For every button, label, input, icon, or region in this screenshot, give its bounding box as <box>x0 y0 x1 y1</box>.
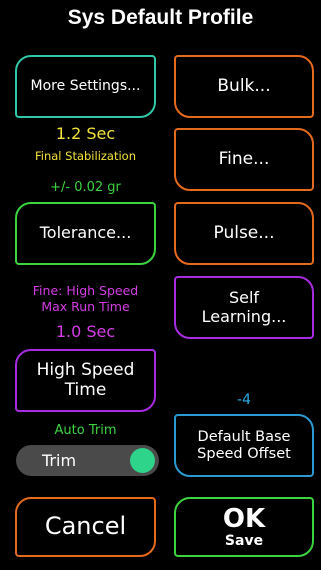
tolerance-value: +/- 0.02 gr <box>50 180 121 195</box>
pulse-button[interactable]: Pulse... <box>174 202 314 265</box>
stabilization-value: 1.2 Sec <box>55 124 116 143</box>
tolerance-label: Tolerance... <box>39 223 132 243</box>
page-title: Sys Default Profile <box>67 6 254 29</box>
default-base-label-2: Speed Offset <box>197 445 291 462</box>
self-learning-button[interactable]: Self Learning... <box>174 276 314 339</box>
fine-high-speed-label: Fine: High Speed <box>32 283 139 298</box>
more-settings-label: More Settings... <box>30 78 141 95</box>
default-base-label-1: Default Base <box>197 428 291 445</box>
fine-button[interactable]: Fine... <box>174 128 314 191</box>
speed-offset-value: -4 <box>237 392 251 408</box>
cancel-label: Cancel <box>44 512 127 541</box>
toggle-knob <box>130 448 155 473</box>
ok-save-button[interactable]: OK Save <box>174 497 314 557</box>
high-speed-value: 1.0 Sec <box>55 322 116 341</box>
ok-label: OK <box>222 504 266 534</box>
auto-trim-label: Auto Trim <box>54 423 117 438</box>
bulk-label: Bulk... <box>217 75 271 96</box>
fine-label: Fine... <box>218 148 270 169</box>
self-learning-label-1: Self <box>228 288 260 308</box>
trim-toggle[interactable]: Trim <box>16 445 159 476</box>
stabilization-label: Final Stabilization <box>34 149 136 163</box>
high-speed-time-button[interactable]: High Speed Time <box>15 349 156 412</box>
self-learning-label-2: Learning... <box>201 306 287 326</box>
pulse-label: Pulse... <box>213 222 275 243</box>
more-settings-button[interactable]: More Settings... <box>15 55 156 118</box>
high-speed-label-1: High Speed <box>36 359 135 380</box>
tolerance-button[interactable]: Tolerance... <box>15 202 156 265</box>
cancel-button[interactable]: Cancel <box>15 497 156 557</box>
max-run-time-label: Max Run Time <box>41 299 130 314</box>
save-label: Save <box>224 533 264 549</box>
high-speed-label-2: Time <box>64 379 107 400</box>
default-base-speed-offset-button[interactable]: Default Base Speed Offset <box>174 414 314 477</box>
bulk-button[interactable]: Bulk... <box>174 55 314 118</box>
trim-toggle-label: Trim <box>42 451 77 470</box>
